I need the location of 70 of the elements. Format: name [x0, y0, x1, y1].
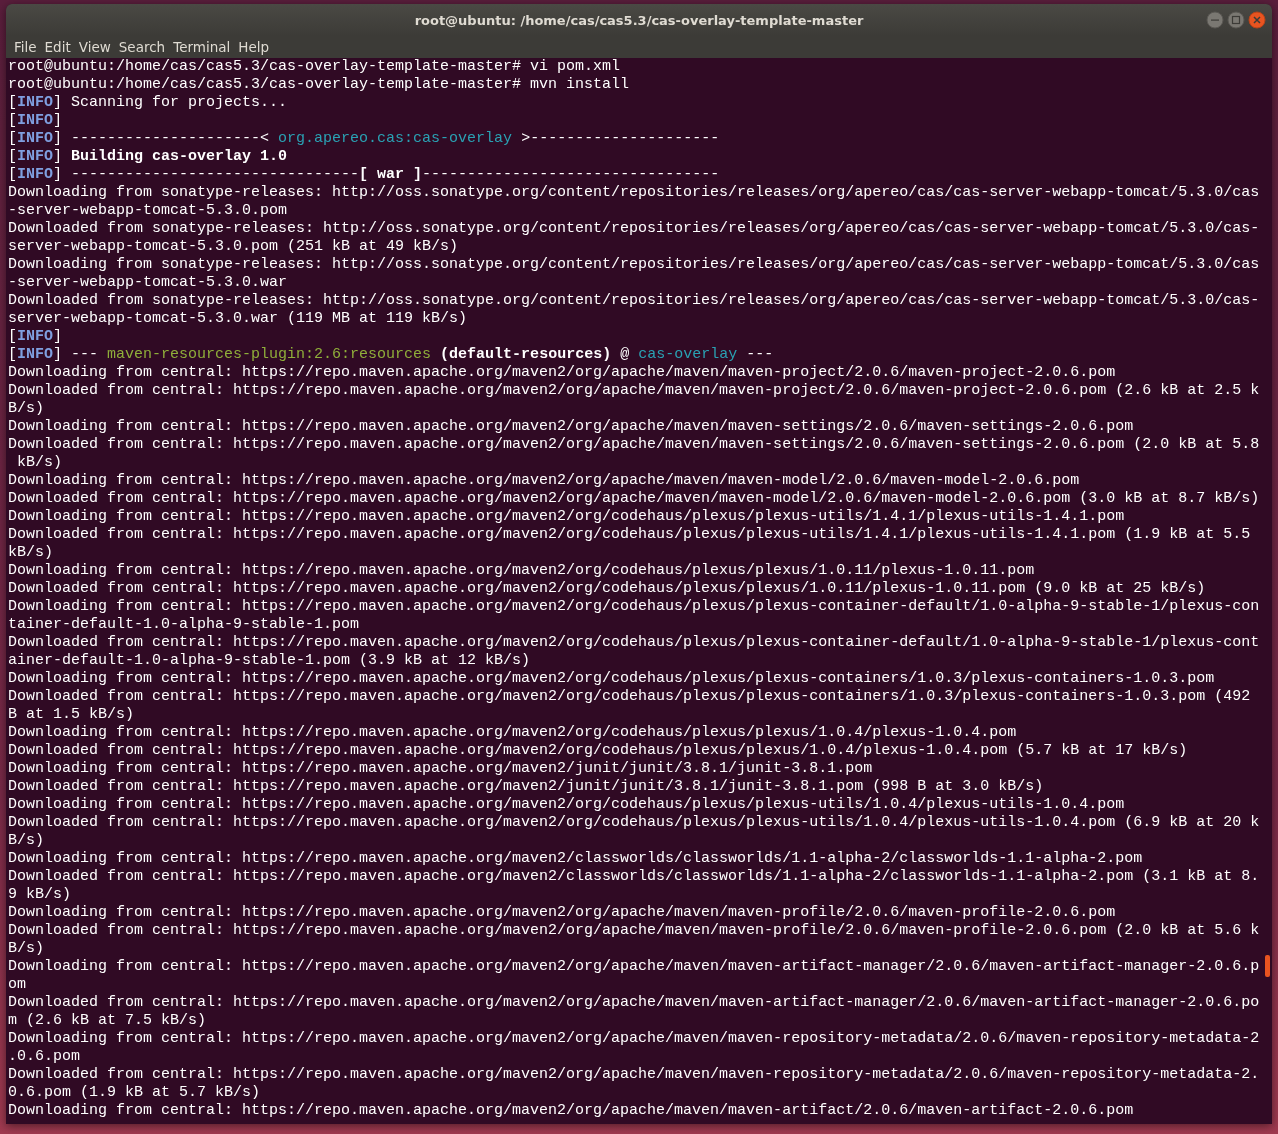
terminal-line: Downloading from central: https://repo.maven.apache.org/maven2/org/apache/maven/maven-artifact/2.0.6/maven-artifact-2.0.6.pom [8, 1102, 1134, 1120]
terminal-line: root@ubuntu:/home/cas/cas5.3/cas-overlay-template-master# vi pom.xml [8, 58, 621, 76]
terminal-line: [INFO] --------------------------------[ war ]--------------------------------- [8, 166, 720, 184]
terminal-line: Downloaded from central: https://repo.maven.apache.org/maven2/org/codehaus/plexus/plexus-utils/1.4.1/plexus-utils-1.4.1.pom (1.9 kB at 5.5 [8, 526, 1251, 544]
terminal-line: kB/s) [8, 544, 53, 562]
terminal-line: -server-webapp-tomcat-5.3.0.pom [8, 202, 288, 220]
terminal-line: m (2.6 kB at 7.5 kB/s) [8, 1012, 207, 1030]
terminal-line: Downloading from central: https://repo.maven.apache.org/maven2/org/apache/maven/maven-settings/2.0.6/maven-settings-2.0.6.pom [8, 418, 1134, 436]
terminal-line: 9 kB/s) [8, 886, 71, 904]
terminal-line: Downloading from central: https://repo.maven.apache.org/maven2/org/codehaus/plexus/plexus/1.0.4/plexus-1.0.4.pom [8, 724, 1017, 742]
maximize-button[interactable] [1227, 11, 1245, 29]
terminal-line: Downloading from central: https://repo.maven.apache.org/maven2/org/codehaus/plexus/plexus-containers/1.0.3/plexus-containers-1.0.3.pom [8, 670, 1215, 688]
scrollbar-thumb[interactable] [1265, 955, 1270, 977]
terminal-line: Downloading from central: https://repo.maven.apache.org/maven2/classworlds/classworlds/1.1-alpha-2/classworlds-1.1-alpha-2.pom [8, 850, 1143, 868]
terminal-line: Downloading from central: https://repo.maven.apache.org/maven2/org/apache/maven/maven-artifact-manager/2.0.6/maven-artifact-manager-2.0.6.p [8, 958, 1260, 976]
terminal-line: -server-webapp-tomcat-5.3.0.war [8, 274, 288, 292]
terminal-line: Downloading from central: https://repo.maven.apache.org/maven2/org/apache/maven/maven-project/2.0.6/maven-project-2.0.6.pom [8, 364, 1116, 382]
terminal-line: Downloaded from central: https://repo.maven.apache.org/maven2/org/codehaus/plexus/plexus/1.0.4/plexus-1.0.4.pom (5.7 kB at 17 kB/s) [8, 742, 1188, 760]
menu-item[interactable]: Search [114, 36, 170, 58]
terminal-line: Downloaded from central: https://repo.maven.apache.org/maven2/org/codehaus/plexus/plexus-container-default/1.0-alpha-9-stable-1/plexus-cont [8, 634, 1260, 652]
terminal-line: [INFO] [8, 328, 63, 346]
terminal-line: Downloading from central: https://repo.maven.apache.org/maven2/junit/junit/3.8.1/junit-3.8.1.pom [8, 760, 873, 778]
terminal-line: Downloaded from central: https://repo.maven.apache.org/maven2/org/codehaus/plexus/plexus/1.0.11/plexus-1.0.11.pom (9.0 kB at 25 kB/s) [8, 580, 1206, 598]
terminal-line: Downloading from central: https://repo.maven.apache.org/maven2/org/apache/maven/maven-profile/2.0.6/maven-profile-2.0.6.pom [8, 904, 1116, 922]
terminal-line: kB/s) [16, 454, 62, 472]
terminal-line: Downloading from central: https://repo.maven.apache.org/maven2/org/codehaus/plexus/plexus-utils/1.4.1/plexus-utils-1.4.1.pom [8, 508, 1125, 526]
terminal-line: ainer-default-1.0-alpha-9-stable-1.pom (3.9 kB at 12 kB/s) [8, 652, 531, 670]
terminal-line: Downloaded from sonatype-releases: http://oss.sonatype.org/content/repositories/releases/org/apereo/cas/cas-server-webapp-tomcat/5.3.0/cas- [8, 220, 1260, 238]
terminal-line: server-webapp-tomcat-5.3.0.war (119 MB at 119 kB/s) [8, 310, 468, 328]
terminal-line: Downloading from central: https://repo.maven.apache.org/maven2/org/apache/maven/maven-model/2.0.6/maven-model-2.0.6.pom [8, 472, 1080, 490]
terminal-line: Downloading from central: https://repo.maven.apache.org/maven2/org/codehaus/plexus/plexus/1.0.11/plexus-1.0.11.pom [8, 562, 1035, 580]
menu-item[interactable]: View [74, 36, 115, 58]
terminal-line: Downloaded from sonatype-releases: http://oss.sonatype.org/content/repositories/releases/org/apereo/cas/cas-server-webapp-tomcat/5.3.0/cas- [8, 292, 1260, 310]
menu-item[interactable]: Terminal [169, 36, 235, 58]
terminal-line: B/s) [8, 400, 44, 418]
terminal-line: B at 1.5 kB/s) [8, 706, 135, 724]
window-title: root@ubuntu: /home/cas/cas5.3/cas-overlay-template-master [414, 12, 864, 28]
terminal-line: Downloaded from central: https://repo.maven.apache.org/maven2/org/apache/maven/maven-artifact-manager/2.0.6/maven-artifact-manager-2.0.6.po [8, 994, 1260, 1012]
terminal-line: root@ubuntu:/home/cas/cas5.3/cas-overlay-template-master# mvn install [8, 76, 630, 94]
terminal-line: B/s) [8, 832, 44, 850]
terminal-line: Downloading from sonatype-releases: http://oss.sonatype.org/content/repositories/releases/org/apereo/cas/cas-server-webapp-tomcat/5.3.0/cas [8, 256, 1260, 274]
terminal-line: om [8, 976, 26, 994]
terminal-line: Downloading from central: https://repo.maven.apache.org/maven2/org/codehaus/plexus/plexus-utils/1.0.4/plexus-utils-1.0.4.pom [8, 796, 1125, 814]
terminal-line: Downloaded from central: https://repo.maven.apache.org/maven2/junit/junit/3.8.1/junit-3.8.1.pom (998 B at 3.0 kB/s) [8, 778, 1044, 796]
menu-item[interactable]: Edit [40, 36, 75, 58]
terminal-line: tainer-default-1.0-alpha-9-stable-1.pom [8, 616, 360, 634]
terminal-line: Downloaded from central: https://repo.maven.apache.org/maven2/org/apache/maven/maven-model/2.0.6/maven-model-2.0.6.pom (3.0 kB at 8.7 kB/s) [8, 490, 1260, 508]
terminal-line: [INFO] Scanning for projects... [8, 94, 288, 112]
terminal-line: [INFO] Building cas-overlay 1.0 [8, 148, 288, 166]
terminal-line: Downloading from sonatype-releases: http://oss.sonatype.org/content/repositories/releases/org/apereo/cas/cas-server-webapp-tomcat/5.3.0/cas [8, 184, 1260, 202]
terminal-line: Downloaded from central: https://repo.maven.apache.org/maven2/org/codehaus/plexus/plexus-containers/1.0.3/plexus-containers-1.0.3.pom (492 [8, 688, 1251, 706]
terminal-line: Downloading from central: https://repo.maven.apache.org/maven2/org/codehaus/plexus/plexus-container-default/1.0-alpha-9-stable-1/plexus-con [8, 598, 1260, 616]
terminal-line: Downloaded from central: https://repo.maven.apache.org/maven2/org/apache/maven/maven-repository-metadata/2.0.6/maven-repository-metadata-2. [8, 1066, 1260, 1084]
terminal-line: B/s) [8, 940, 44, 958]
terminal-line: [INFO] [8, 112, 63, 130]
terminal-line: Downloaded from central: https://repo.maven.apache.org/maven2/org/codehaus/plexus/plexus-utils/1.0.4/plexus-utils-1.0.4.pom (6.9 kB at 20 k [8, 814, 1260, 832]
terminal-line: [INFO] ---------------------< org.apereo.cas:cas-overlay >--------------------- [8, 130, 720, 148]
terminal-line: .0.6.pom [8, 1048, 80, 1066]
terminal-line: server-webapp-tomcat-5.3.0.pom (251 kB at 49 kB/s) [8, 238, 459, 256]
terminal-line: Downloaded from central: https://repo.maven.apache.org/maven2/org/apache/maven/maven-settings/2.0.6/maven-settings-2.0.6.pom (2.0 kB at 5.8 [8, 436, 1260, 454]
close-button[interactable] [1248, 11, 1266, 29]
menu-item[interactable]: File [10, 36, 41, 58]
terminal-line: Downloaded from central: https://repo.maven.apache.org/maven2/org/apache/maven/maven-project/2.0.6/maven-project-2.0.6.pom (2.6 kB at 2.5 k [8, 382, 1260, 400]
menu-item[interactable]: Help [234, 36, 274, 58]
terminal-line: [INFO] --- maven-resources-plugin:2.6:resources (default-resources) @ cas-overlay --- [8, 346, 774, 364]
terminal-line: Downloading from central: https://repo.maven.apache.org/maven2/org/apache/maven/maven-repository-metadata/2.0.6/maven-repository-metadata-2 [8, 1030, 1260, 1048]
terminal-line: Downloaded from central: https://repo.maven.apache.org/maven2/org/apache/maven/maven-profile/2.0.6/maven-profile-2.0.6.pom (2.0 kB at 5.6 k [8, 922, 1260, 940]
minimize-button[interactable] [1206, 11, 1224, 29]
terminal-line: 0.6.pom (1.9 kB at 5.7 kB/s) [8, 1084, 261, 1102]
terminal-line: Downloaded from central: https://repo.maven.apache.org/maven2/classworlds/classworlds/1.1-alpha-2/classworlds-1.1-alpha-2.pom (3.1 kB at 8. [8, 868, 1260, 886]
